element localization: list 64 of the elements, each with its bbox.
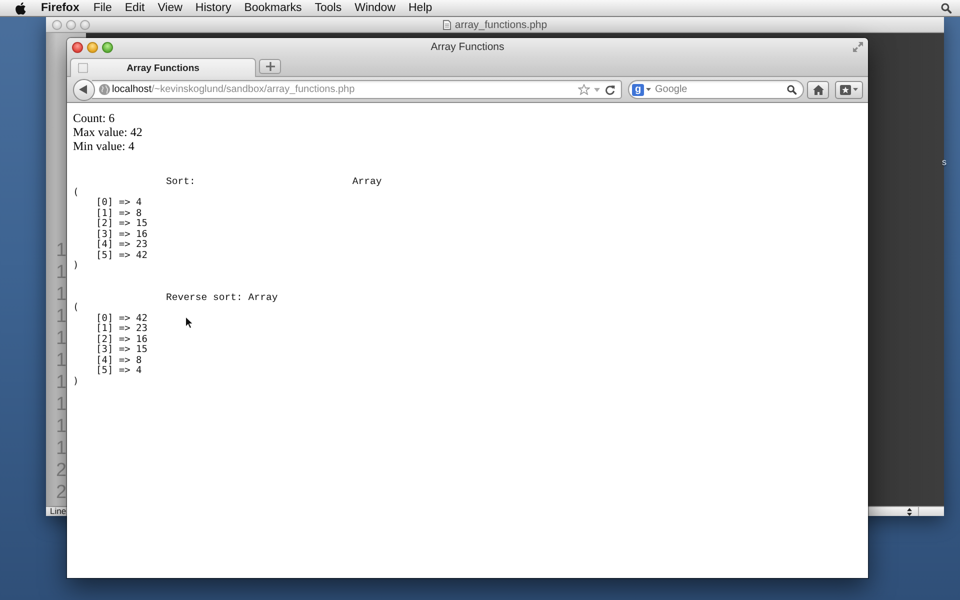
apple-icon[interactable] [15,2,26,14]
heading-text: Sort: [166,177,196,188]
bookmarks-button[interactable] [835,80,863,98]
menu-item[interactable]: Help [408,2,432,14]
caret-icon[interactable] [646,88,651,91]
array-entry: [0] => 42 [96,314,148,324]
star-icon[interactable] [578,84,590,95]
heading-text: Array [352,177,382,188]
menu-item[interactable]: Window [354,2,396,14]
search-engine-button[interactable]: g [632,84,644,96]
mouse-pointer-icon [185,316,194,329]
app-menu[interactable]: Firefox [41,2,80,14]
heading-text: Reverse sort: Array [166,292,278,303]
document-icon [442,20,451,30]
array-entry: [2] => 15 [96,219,148,230]
array-entry: [5] => 4 [96,366,142,376]
array-entry: [1] => 23 [96,324,148,334]
menu-item[interactable]: Edit [124,2,145,14]
home-button[interactable] [807,80,829,98]
dotted-square-icon [78,63,88,73]
plus-icon [266,62,274,71]
left-arrow-icon [79,85,87,94]
stat-text: Max value: 42 [73,125,142,139]
menu-item[interactable]: File [93,2,112,14]
url-text: localhost/~kevinskoglund/sandbox/array_functions.php [112,84,355,95]
window-title: array_functions.php [454,18,548,30]
array-entry: [3] => 16 [96,230,148,240]
stepper-icon[interactable] [907,508,912,516]
minimize-button[interactable] [87,42,98,53]
menu-item[interactable]: View [158,2,182,14]
status-text: Line [50,507,66,516]
tab[interactable]: Array Functions [70,58,256,77]
window-title: Array Functions [430,41,504,53]
circular-arrow-icon[interactable] [605,84,615,94]
diagonal-arrows-icon[interactable] [853,42,863,52]
open-paren: ( [73,303,79,314]
array-entry: [1] => 8 [96,208,142,218]
house-icon [812,84,824,94]
menu-item[interactable]: Tools [314,2,342,14]
stat-text: Min value: 4 [73,139,134,153]
stat-text: Count: 6 [73,111,115,125]
close-button[interactable] [72,42,83,53]
desktop-icon-label: s [942,157,946,168]
close-paren: ) [73,261,79,272]
menu-item[interactable]: History [195,2,232,14]
back-button[interactable] [73,78,95,100]
new-tab-button[interactable] [259,59,281,74]
array-entry: [4] => 23 [96,240,148,250]
array-entry: [2] => 16 [96,334,148,344]
search-icon[interactable] [941,2,952,14]
array-entry: [3] => 15 [96,345,148,356]
globe-icon [99,84,110,95]
array-entry: [5] => 42 [96,250,148,261]
address-field[interactable]: localhost/~kevinskoglund/sandbox/array_functions.php [92,80,622,99]
menu-item[interactable]: Bookmarks [244,2,302,14]
array-entry: [0] => 4 [96,198,142,208]
open-paren: ( [73,188,79,198]
zoom-button[interactable] [102,42,113,53]
search-field[interactable]: g Google [628,80,804,99]
close-paren: ) [73,376,79,387]
search-icon[interactable] [787,84,797,94]
array-entry: [4] => 8 [96,356,142,366]
star-box-icon [840,84,851,94]
caret-icon [853,88,858,91]
